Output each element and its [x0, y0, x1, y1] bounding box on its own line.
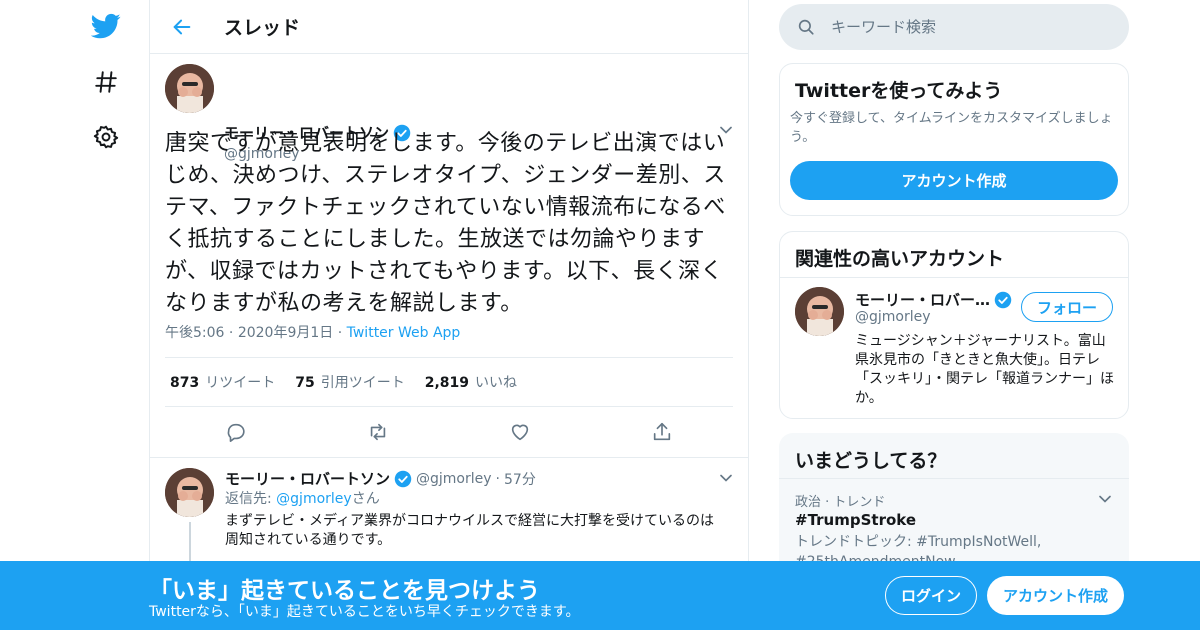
twitter-bird-icon	[91, 13, 121, 39]
reply-to-line: 返信先: @gjmorleyさん	[225, 491, 380, 507]
share-icon	[653, 422, 671, 441]
trend-name[interactable]: #TrumpStroke	[795, 511, 916, 529]
share-button[interactable]	[648, 418, 676, 446]
follow-button[interactable]: フォロー	[1021, 292, 1113, 322]
avatar[interactable]	[165, 64, 214, 113]
avatar[interactable]	[165, 468, 214, 517]
tweet-date[interactable]: 2020年9月1日	[238, 325, 333, 341]
related-accounts-card: 関連性の高いアカウント モーリー・ロバー… @gjmorley フォロー ミュー…	[779, 231, 1129, 419]
reply-author-name[interactable]: モーリー・ロバートソン	[225, 468, 390, 489]
create-account-button[interactable]: アカウント作成	[790, 161, 1118, 200]
chevron-down-icon[interactable]	[1095, 489, 1115, 509]
tweet-source-link[interactable]: Twitter Web App	[347, 325, 461, 341]
reply-text: まずテレビ・メディア業界がコロナウイルスで経営に大打撃を受けているのは周知されて…	[225, 513, 715, 548]
reply-icon	[227, 423, 245, 442]
verified-badge-icon	[994, 291, 1012, 308]
back-button[interactable]	[162, 7, 202, 47]
reply-to-handle-link[interactable]: @gjmorley	[276, 491, 352, 507]
retweet-count-link[interactable]: 873 リツイート	[170, 372, 275, 392]
tweet-meta: 午後5:06 · 2020年9月1日 · Twitter Web App	[165, 325, 461, 341]
related-account-name[interactable]: モーリー・ロバー…	[855, 289, 990, 310]
like-heart-icon	[511, 424, 529, 441]
search-bar[interactable]	[779, 4, 1129, 50]
login-banner: 「いま」起きていることを見つけよう Twitterなら、「いま」起きていることを…	[0, 561, 1200, 630]
retweet-icon	[370, 423, 386, 441]
signup-card: Twitterを使ってみよう 今すぐ登録して、タイムラインをカスタマイズしましょ…	[779, 63, 1129, 216]
trend-category: 政治 · トレンド	[795, 495, 886, 510]
reply-time[interactable]: 57分	[504, 469, 536, 489]
avatar[interactable]	[795, 287, 844, 336]
thread-column: スレッド モーリー・ロバートソン @gjmorley 唐突ですが意見表明をします…	[149, 0, 749, 630]
related-card-title: 関連性の高いアカウント	[795, 248, 1005, 270]
chevron-down-icon[interactable]	[716, 468, 736, 488]
explore-link[interactable]	[84, 60, 128, 104]
thread-header: スレッド	[150, 0, 748, 54]
settings-link[interactable]	[84, 115, 128, 159]
tweet-actions	[150, 418, 748, 446]
tweet-time[interactable]: 午後5:06	[165, 325, 224, 341]
banner-title: 「いま」起きていることを見つけよう	[149, 578, 540, 604]
search-icon	[798, 19, 814, 35]
search-input[interactable]	[831, 18, 1111, 36]
login-button[interactable]: ログイン	[885, 576, 977, 615]
related-account-handle[interactable]: @gjmorley	[855, 309, 931, 325]
divider	[165, 357, 733, 358]
quote-count-link[interactable]: 75 引用ツイート	[295, 372, 404, 392]
like-button[interactable]	[506, 418, 534, 446]
page-title: スレッド	[224, 17, 301, 39]
retweet-button[interactable]	[364, 418, 392, 446]
settings-gear-icon	[93, 125, 119, 149]
twitter-logo-link[interactable]	[84, 4, 128, 48]
left-nav	[80, 0, 140, 630]
reply-button[interactable]	[222, 418, 250, 446]
tweet-text: 唐突ですが意見表明をします。今後のテレビ出演ではいじめ、決めつけ、ステレオタイプ…	[165, 131, 726, 316]
back-arrow-icon	[173, 19, 191, 34]
banner-subtitle: Twitterなら、「いま」起きていることをいち早くチェックできます。	[149, 604, 580, 620]
hashtag-icon	[95, 71, 117, 93]
divider	[779, 478, 1129, 479]
signup-card-description: 今すぐ登録して、タイムラインをカスタマイズしましょう。	[790, 111, 1113, 145]
signup-button[interactable]: アカウント作成	[987, 576, 1124, 615]
trends-card-title: いまどうしてる？	[795, 450, 947, 472]
signup-card-title: Twitterを使ってみよう	[795, 80, 1003, 102]
divider	[165, 406, 733, 407]
verified-badge-icon	[394, 470, 412, 487]
tweet-stats: 873 リツイート 75 引用ツイート 2,819 いいね	[170, 372, 517, 392]
related-account-bio: ミュージシャン＋ジャーナリスト。富山県氷見市の「きときと魚大使」。日テレ「スッキ…	[855, 333, 1114, 406]
like-count-link[interactable]: 2,819 いいね	[425, 372, 517, 392]
divider	[780, 277, 1128, 278]
reply-author-handle[interactable]: @gjmorley	[416, 471, 492, 487]
